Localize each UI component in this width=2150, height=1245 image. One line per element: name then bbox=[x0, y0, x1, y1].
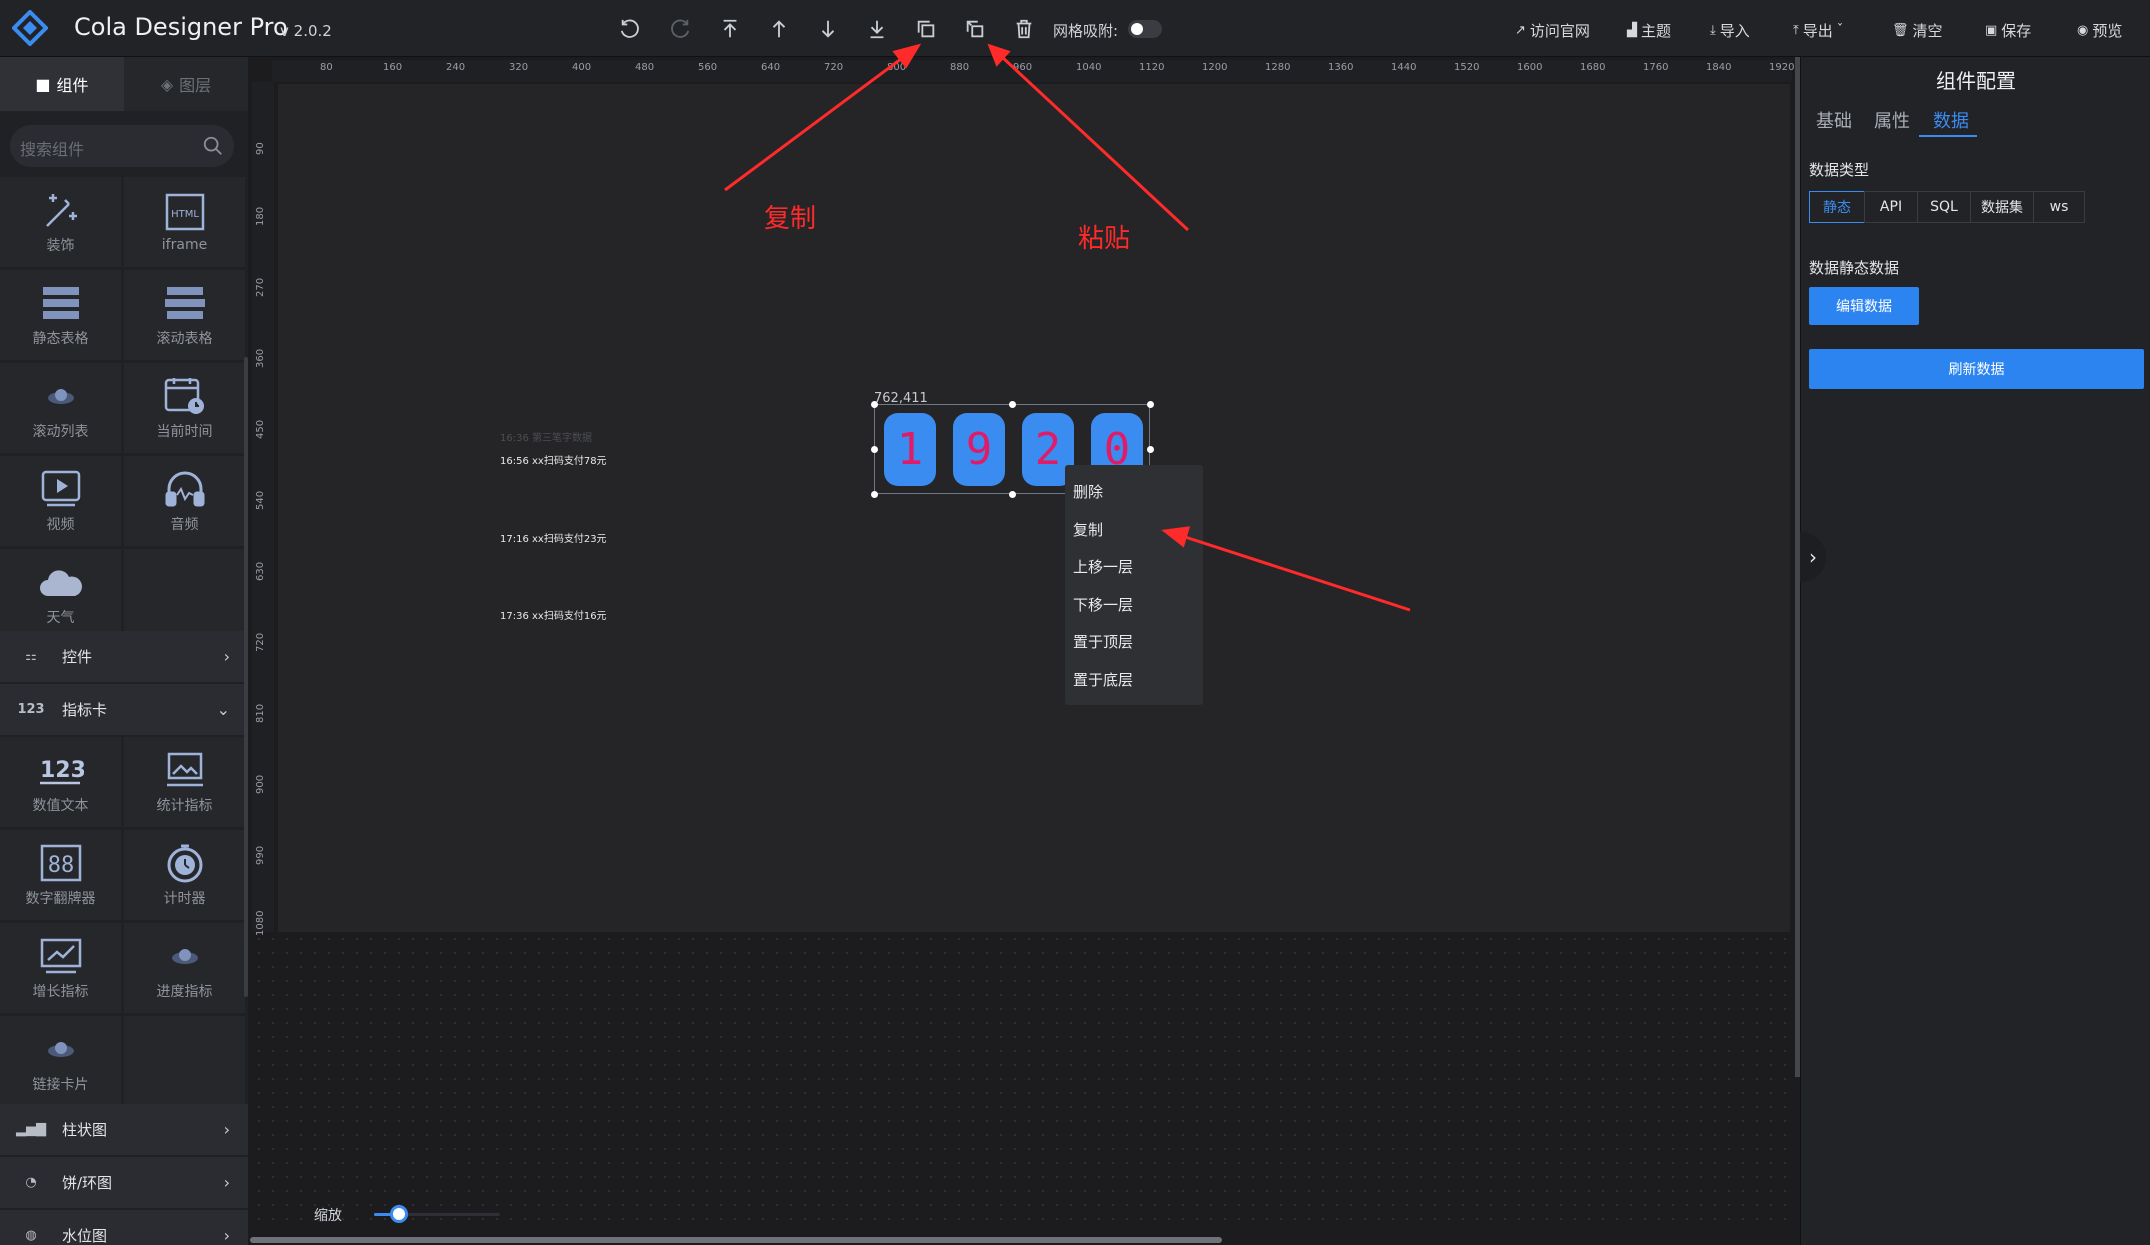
annotation-paste: 粘贴 bbox=[1078, 224, 1131, 254]
data-type-ws[interactable]: ws bbox=[2033, 191, 2085, 223]
data-type-label: 数据类型 bbox=[1809, 161, 1870, 179]
data-type-api[interactable]: API bbox=[1864, 191, 1918, 223]
edit-data-button[interactable]: 编辑数据 bbox=[1809, 287, 1919, 325]
tab-data[interactable]: 数据 bbox=[1933, 107, 1969, 133]
panel-title: 组件配置 bbox=[1936, 69, 2016, 93]
tab-properties[interactable]: 属性 bbox=[1874, 107, 1910, 133]
static-data-label: 数据静态数据 bbox=[1809, 259, 1900, 277]
tab-basic[interactable]: 基础 bbox=[1816, 107, 1852, 133]
config-panel: 组件配置 基础 属性 数据 数据类型 静态 API SQL 数据集 ws 数据静… bbox=[1800, 57, 2150, 1245]
refresh-data-button[interactable]: 刷新数据 bbox=[1809, 349, 2144, 389]
zoom-label: 缩放 bbox=[314, 1208, 342, 1224]
annotation-copy: 复制 bbox=[764, 204, 817, 234]
active-tab-indicator bbox=[1919, 135, 1977, 137]
zoom-slider-knob[interactable] bbox=[390, 1205, 408, 1223]
data-type-sql[interactable]: SQL bbox=[1917, 191, 1971, 223]
data-type-static[interactable]: 静态 bbox=[1809, 191, 1865, 223]
data-type-dataset[interactable]: 数据集 bbox=[1970, 191, 2034, 223]
